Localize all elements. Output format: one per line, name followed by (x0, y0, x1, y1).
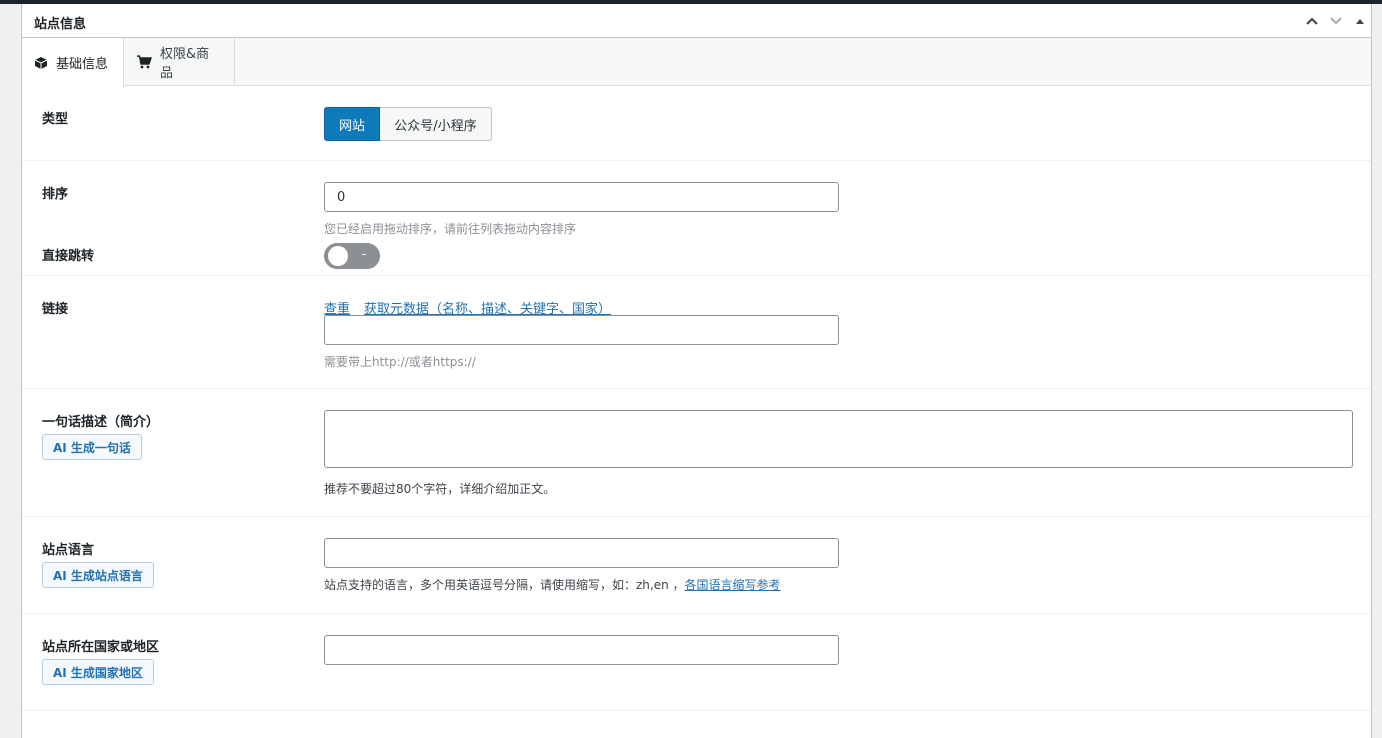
collapse-toggle-button[interactable] (1352, 13, 1368, 29)
move-down-button[interactable] (1328, 13, 1344, 29)
type-selector: 网站 公众号/小程序 (324, 107, 492, 141)
toggle-knob (328, 246, 348, 266)
order-label: 排序 (42, 187, 69, 202)
chevron-down-icon (1330, 17, 1342, 25)
site-info-metabox: 站点信息 基础信息 权限&商品 类型 网站 公众号/小程序 排序 0 您已经启用… (21, 4, 1372, 738)
link-input[interactable] (324, 315, 839, 345)
type-label: 类型 (42, 112, 69, 127)
type-option-website[interactable]: 网站 (324, 107, 380, 141)
triangle-up-icon (1356, 19, 1364, 24)
metabox-title: 站点信息 (34, 17, 87, 32)
tab-label: 权限&商品 (159, 47, 210, 81)
redirect-label: 直接跳转 (42, 249, 95, 264)
link-label: 链接 (42, 302, 69, 317)
tab-basic-info[interactable]: 基础信息 (22, 38, 124, 87)
tab-bar: 基础信息 权限&商品 (22, 38, 1371, 87)
country-label: 站点所在国家或地区 (42, 640, 160, 655)
cart-icon (136, 55, 152, 69)
summary-textarea[interactable] (324, 410, 1353, 468)
ai-generate-country-button[interactable]: AI 生成国家地区 (42, 659, 154, 685)
redirect-toggle[interactable]: - (324, 243, 380, 269)
metabox-header: 站点信息 (22, 4, 1371, 38)
language-hint: 站点支持的语言，多个用英语逗号分隔，请使用缩写，如：zh,en ，各国语言缩写参… (324, 576, 781, 593)
link-hint: 需要带上http://或者https:// (324, 355, 476, 369)
chevron-up-icon (1306, 17, 1318, 25)
toggle-text: - (362, 247, 367, 261)
country-row: 站点所在国家或地区 AI 生成国家地区 (22, 614, 1371, 711)
language-label: 站点语言 (42, 543, 95, 558)
summary-row: 一句话描述（简介） AI 生成一句话 推荐不要超过80个字符，详细介绍加正文。 (22, 389, 1371, 517)
language-hint-text: 站点支持的语言，多个用英语逗号分隔，请使用缩写，如：zh,en ， (324, 578, 685, 592)
type-option-miniprogram[interactable]: 公众号/小程序 (380, 107, 492, 141)
country-input[interactable] (324, 635, 839, 665)
summary-hint: 推荐不要超过80个字符，详细介绍加正文。 (324, 482, 556, 496)
type-row: 类型 网站 公众号/小程序 (22, 86, 1371, 161)
language-code-reference-link[interactable]: 各国语言缩写参考 (685, 578, 781, 592)
link-row: 链接 查重 获取元数据（名称、描述、关键字、国家） 需要带上http://或者h… (22, 276, 1371, 389)
summary-label: 一句话描述（简介） (42, 415, 160, 430)
ai-generate-summary-button[interactable]: AI 生成一句话 (42, 434, 142, 460)
ai-generate-language-button[interactable]: AI 生成站点语言 (42, 562, 154, 588)
order-row: 排序 您已经启用拖动排序，请前往列表拖动内容排序 直接跳转 - (22, 161, 1371, 276)
cube-icon (34, 56, 48, 69)
tab-permissions-products[interactable]: 权限&商品 (124, 38, 235, 86)
language-input[interactable] (324, 538, 839, 568)
move-up-button[interactable] (1304, 13, 1320, 29)
order-hint: 您已经启用拖动排序，请前往列表拖动内容排序 (324, 222, 577, 236)
tab-label: 基础信息 (56, 57, 109, 72)
language-row: 站点语言 AI 生成站点语言 站点支持的语言，多个用英语逗号分隔，请使用缩写，如… (22, 517, 1371, 614)
order-input[interactable] (324, 182, 839, 212)
